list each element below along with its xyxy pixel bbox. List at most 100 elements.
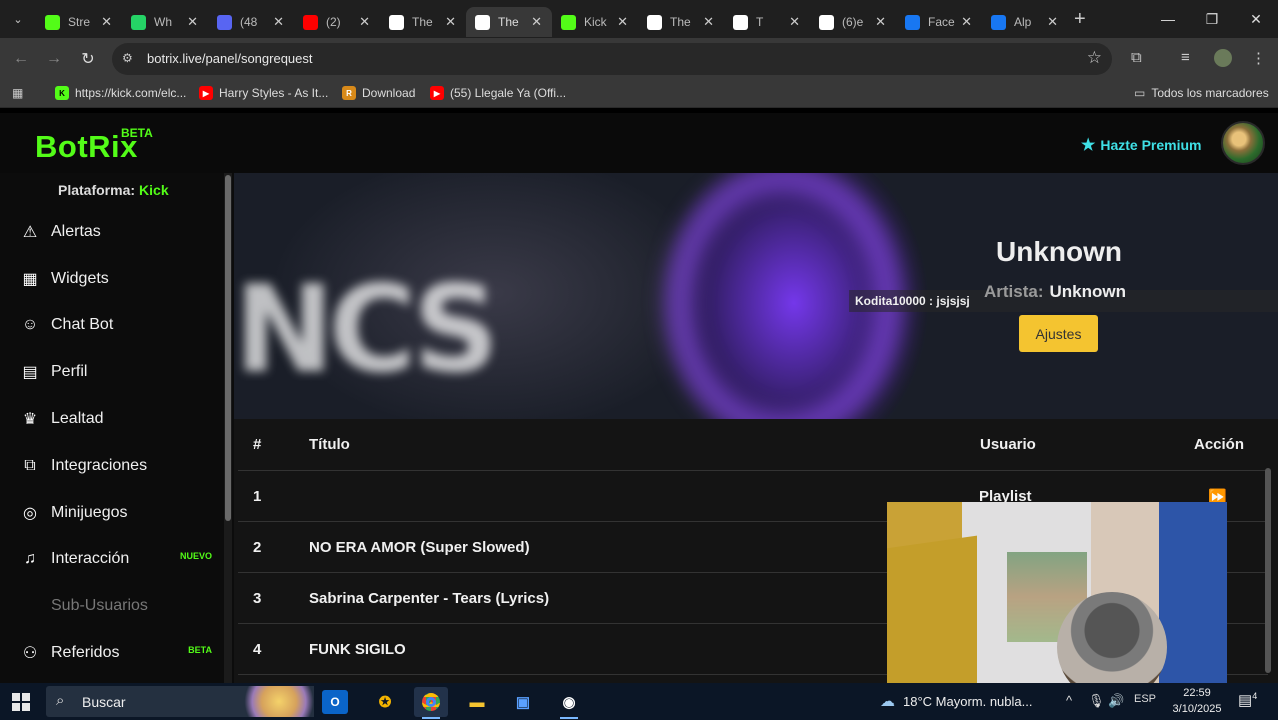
bookmark-item[interactable]: ▶ Harry Styles - As It... — [199, 86, 328, 100]
close-tab-icon[interactable]: ✕ — [445, 14, 456, 30]
obs-app-icon[interactable]: ◉ — [552, 687, 586, 719]
bookmark-item[interactable]: R Download — [342, 86, 415, 100]
close-tab-icon[interactable]: ✕ — [531, 14, 542, 30]
all-bookmarks-folder[interactable]: ▭ Todos los marcadores — [1134, 86, 1269, 100]
achievement-app-icon[interactable]: ✪ — [368, 687, 402, 717]
close-tab-icon[interactable]: ✕ — [187, 14, 198, 30]
close-tab-icon[interactable]: ✕ — [273, 14, 284, 30]
browser-toolbar: ← → ↻ ⚙ botrix.live/panel/songrequest ☆ … — [0, 38, 1278, 80]
sidebar: Plataforma: Kick ⚠ Alertas ▦ Widgets ☺ Chat Bo… — [0, 173, 234, 683]
sidebar-item-label: Referidos — [51, 644, 120, 661]
sidebar-item-label: Lealtad — [51, 410, 104, 427]
tray-chevron-icon[interactable]: ^ — [1066, 693, 1072, 708]
browser-tab[interactable]: The ✕ — [380, 7, 466, 37]
extensions-icon[interactable]: ⧉ — [1131, 49, 1142, 66]
close-tab-icon[interactable]: ✕ — [961, 14, 972, 30]
new-tab-button[interactable]: + — [1074, 8, 1098, 31]
sidebar-item[interactable]: ♛ Lealtad — [20, 407, 216, 431]
gamepad-icon: ◎ — [23, 505, 37, 522]
sidebar-item-label: Chat Bot — [51, 316, 114, 333]
settings-button[interactable]: Ajustes — [1019, 315, 1098, 352]
sidebar-scroll-thumb[interactable] — [225, 175, 231, 521]
taskbar-clock[interactable]: 22:59 3/10/2025 — [1168, 685, 1226, 717]
tiktok-icon — [819, 14, 834, 30]
header-num: # — [253, 436, 262, 453]
bookmark-item[interactable]: ▶ (55) Llegale Ya (Offi... — [430, 86, 566, 100]
browser-tab[interactable]: Kick ✕ — [552, 7, 638, 37]
weather-widget[interactable]: ☁ 18°C Mayorm. nubla... — [880, 692, 1032, 710]
webcam-person — [1057, 592, 1167, 690]
row-title: Sabrina Carpenter - Tears (Lyrics) — [309, 590, 550, 607]
file-explorer-icon[interactable]: ▬ — [460, 687, 494, 717]
sidebar-item-label: Sub-Usuarios — [51, 597, 148, 614]
close-tab-icon[interactable]: ✕ — [617, 14, 628, 30]
sidebar-item[interactable]: ⚠ Alertas — [20, 220, 216, 244]
premium-label: Hazte Premium — [1100, 137, 1202, 153]
sidebar-item[interactable]: Sub-Usuarios — [20, 594, 216, 618]
sidebar-item[interactable]: ▤ Perfil — [20, 360, 216, 384]
bookmark-star-icon[interactable]: ☆ — [1087, 48, 1102, 68]
media-control-icon[interactable]: ≡ — [1181, 49, 1190, 66]
back-button[interactable]: ← — [9, 47, 33, 71]
close-window-button[interactable]: ✕ — [1234, 0, 1278, 38]
bookmark-label: https://kick.com/elc... — [75, 86, 187, 100]
table-header: # Título Usuario Acción — [238, 419, 1268, 471]
profile-avatar[interactable] — [1214, 49, 1232, 67]
reload-button[interactable]: ↻ — [76, 47, 100, 71]
browser-tab-strip: ⌄ Stre ✕ Wh ✕ (48 ✕ (2) ✕ The ✕ The ✕ Kick ✕ The ✕ T ✕ (6)… — [0, 0, 1278, 38]
botrix-icon — [733, 14, 748, 30]
bookmark-item[interactable]: Khttps://kick.com/elc... — [55, 86, 186, 100]
webcam-overlay — [887, 502, 1227, 690]
sidebar-item[interactable]: ⧉ Integraciones — [20, 454, 216, 478]
bookmarks-bar: ▦ Khttps://kick.com/elc... ▶ Harry Styles… — [0, 80, 1278, 108]
close-tab-icon[interactable]: ✕ — [101, 14, 112, 30]
browser-tab[interactable]: The ✕ — [466, 7, 552, 37]
close-tab-icon[interactable]: ✕ — [359, 14, 370, 30]
start-button[interactable] — [12, 693, 30, 711]
tab-search-button[interactable]: ⌄ — [0, 0, 36, 38]
url-text: botrix.live/panel/songrequest — [147, 51, 313, 66]
volume-icon[interactable]: 🔊 — [1108, 693, 1124, 709]
minimize-button[interactable]: — — [1146, 0, 1190, 38]
browser-tab[interactable]: (2) ✕ — [294, 7, 380, 37]
cloud-icon: ☁ — [880, 693, 895, 710]
site-info-icon[interactable]: ⚙ — [122, 51, 136, 65]
menu-icon[interactable]: ⋮ — [1251, 49, 1266, 67]
main-scrollbar[interactable] — [1265, 468, 1271, 673]
artist-value: Unknown — [1049, 282, 1127, 301]
language-indicator[interactable]: ESP — [1134, 693, 1156, 705]
browser-tab[interactable]: Face ✕ — [896, 7, 982, 37]
browser-tab[interactable]: (6)e ✕ — [810, 7, 896, 37]
sidebar-item[interactable]: ☺ Chat Bot — [20, 313, 216, 337]
browser-tab[interactable]: Alp ✕ — [982, 7, 1068, 37]
outlook-app-icon[interactable]: O — [322, 690, 348, 714]
tab-list: Stre ✕ Wh ✕ (48 ✕ (2) ✕ The ✕ The ✕ Kick ✕ The ✕ T ✕ (6)e ✕… — [36, 1, 1068, 37]
close-tab-icon[interactable]: ✕ — [1047, 14, 1058, 30]
premium-button[interactable]: ★ Hazte Premium — [1081, 135, 1202, 155]
taskbar-search[interactable]: ⌕ Buscar — [46, 686, 314, 717]
restore-button[interactable]: ❐ — [1190, 0, 1234, 38]
close-tab-icon[interactable]: ✕ — [789, 14, 800, 30]
sidebar-item[interactable]: ▦ Widgets — [20, 267, 216, 291]
browser-tab[interactable]: Wh ✕ — [122, 7, 208, 37]
forward-button[interactable]: → — [42, 47, 66, 71]
user-avatar[interactable] — [1221, 121, 1265, 165]
sidebar-item[interactable]: ◎ Minijuegos — [20, 501, 216, 525]
address-bar[interactable]: ⚙ botrix.live/panel/songrequest ☆ — [112, 43, 1112, 75]
notification-center-icon[interactable]: ▤4 — [1238, 691, 1257, 709]
sidebar-item[interactable]: ♫ Interacción NUEVO — [20, 547, 216, 571]
browser-tab[interactable]: The ✕ — [638, 7, 724, 37]
browser-tab[interactable]: Stre ✕ — [36, 7, 122, 37]
close-tab-icon[interactable]: ✕ — [875, 14, 886, 30]
store-app-icon[interactable]: ▣ — [506, 687, 540, 717]
widgets-icon: ▦ — [22, 271, 38, 288]
sidebar-item[interactable]: ⚇ Referidos BETA — [20, 641, 216, 665]
close-tab-icon[interactable]: ✕ — [703, 14, 714, 30]
browser-tab[interactable]: (48 ✕ — [208, 7, 294, 37]
chrome-app-icon[interactable] — [414, 687, 448, 719]
kick-icon — [561, 14, 576, 30]
folder-icon: ▭ — [1134, 86, 1146, 100]
mic-icon[interactable]: 🎙 — [1088, 693, 1105, 709]
apps-grid-icon[interactable]: ▦ — [12, 86, 23, 100]
browser-tab[interactable]: T ✕ — [724, 7, 810, 37]
